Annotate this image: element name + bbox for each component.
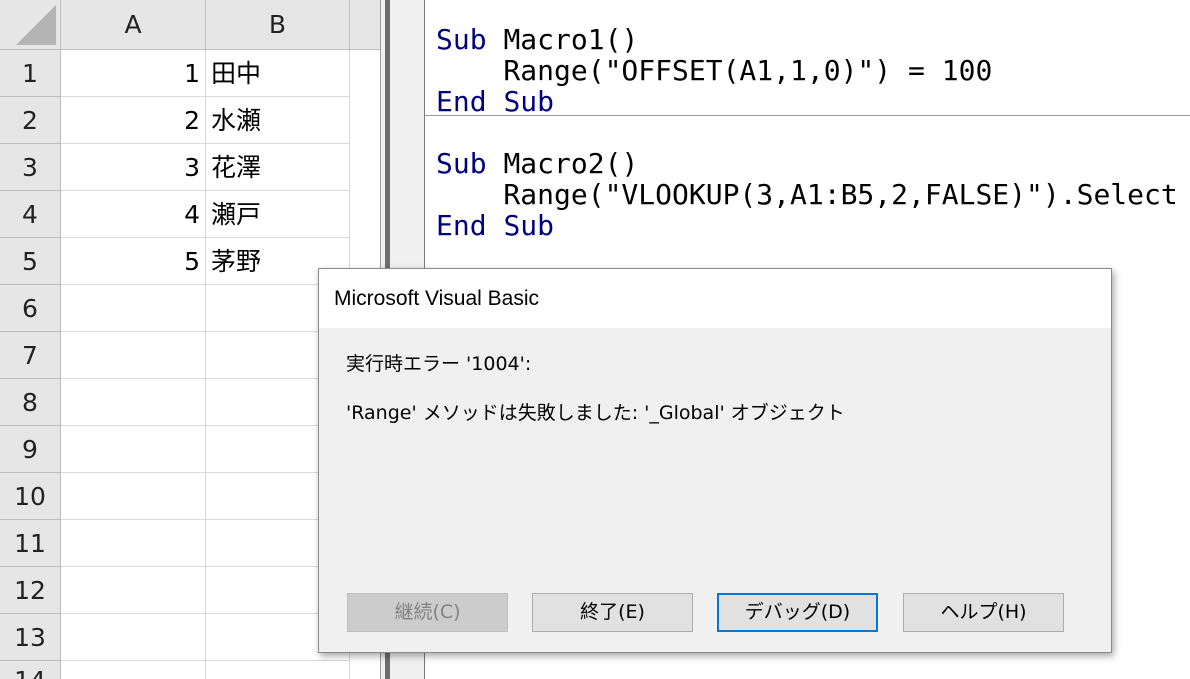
code-line-macro2-end[interactable]: End Sub [436, 210, 554, 241]
cell-a4[interactable]: 4 [61, 191, 206, 238]
end-button[interactable]: 終了(E) [532, 593, 693, 632]
macro2-name: Macro2() [503, 147, 639, 180]
code-line-macro2-body[interactable]: Range("VLOOKUP(3,A1:B5,2,FALSE)").Select [436, 179, 1177, 210]
keyword-sub: Sub [436, 147, 487, 180]
code-line-macro2-header[interactable]: Sub Macro2() [436, 148, 638, 179]
row-header-13[interactable]: 13 [0, 614, 61, 661]
row-header-5[interactable]: 5 [0, 238, 61, 285]
cell-empty[interactable] [61, 473, 206, 520]
cell-empty[interactable] [61, 567, 206, 614]
row-header-6[interactable]: 6 [0, 285, 61, 332]
keyword-sub: Sub [503, 209, 555, 242]
error-message-text: 'Range' メソッドは失敗しました: '_Global' オブジェクト [346, 402, 845, 424]
select-all-triangle-icon [16, 5, 56, 45]
cell-empty[interactable] [61, 285, 206, 332]
keyword-sub: Sub [436, 23, 487, 56]
dialog-titlebar[interactable]: Microsoft Visual Basic [319, 269, 1111, 328]
cell-empty[interactable] [61, 426, 206, 473]
row-header-10[interactable]: 10 [0, 473, 61, 520]
cell-a3[interactable]: 3 [61, 144, 206, 191]
column-header-a[interactable]: A [61, 0, 206, 50]
cell-a1[interactable]: 1 [61, 50, 206, 97]
keyword-end: End [436, 209, 487, 242]
cell-b3[interactable]: 花澤 [206, 144, 350, 191]
cell-empty[interactable] [61, 332, 206, 379]
cell-empty[interactable] [61, 661, 206, 679]
cell-empty[interactable] [61, 520, 206, 567]
cell-a5[interactable]: 5 [61, 238, 206, 285]
row-header-4[interactable]: 4 [0, 191, 61, 238]
row-header-11[interactable]: 11 [0, 520, 61, 567]
cell-b4[interactable]: 瀬戸 [206, 191, 350, 238]
row-header-8[interactable]: 8 [0, 379, 61, 426]
row-header-2[interactable]: 2 [0, 97, 61, 144]
help-button[interactable]: ヘルプ(H) [903, 593, 1064, 632]
error-code-text: 実行時エラー '1004': [346, 353, 532, 375]
row-header-9[interactable]: 9 [0, 426, 61, 473]
code-line-macro1-end[interactable]: End Sub [436, 86, 554, 117]
keyword-sub: Sub [503, 85, 555, 118]
row-header-3[interactable]: 3 [0, 144, 61, 191]
code-line-macro1-body[interactable]: Range("OFFSET(A1,1,0)") = 100 [436, 55, 992, 86]
cell-empty[interactable] [61, 379, 206, 426]
cell-a2[interactable]: 2 [61, 97, 206, 144]
row-header-1[interactable]: 1 [0, 50, 61, 97]
row-header-14[interactable]: 14 [0, 661, 61, 679]
code-line-macro1-header[interactable]: Sub Macro1() [436, 24, 638, 55]
procedure-separator [425, 115, 1190, 116]
cell-b1[interactable]: 田中 [206, 50, 350, 97]
dialog-title: Microsoft Visual Basic [334, 287, 540, 310]
cell-empty[interactable] [206, 661, 350, 679]
column-header-c[interactable] [350, 0, 380, 50]
column-header-b[interactable]: B [206, 0, 350, 50]
continue-button[interactable]: 継続(C) [347, 593, 508, 632]
cell-empty[interactable] [61, 614, 206, 661]
cell-b2[interactable]: 水瀬 [206, 97, 350, 144]
debug-button[interactable]: デバッグ(D) [717, 593, 878, 632]
row-header-7[interactable]: 7 [0, 332, 61, 379]
macro1-name: Macro1() [503, 23, 639, 56]
keyword-end: End [436, 85, 487, 118]
select-all-corner[interactable] [0, 0, 61, 50]
runtime-error-dialog: Microsoft Visual Basic 実行時エラー '1004': 'R… [318, 268, 1112, 653]
row-header-12[interactable]: 12 [0, 567, 61, 614]
